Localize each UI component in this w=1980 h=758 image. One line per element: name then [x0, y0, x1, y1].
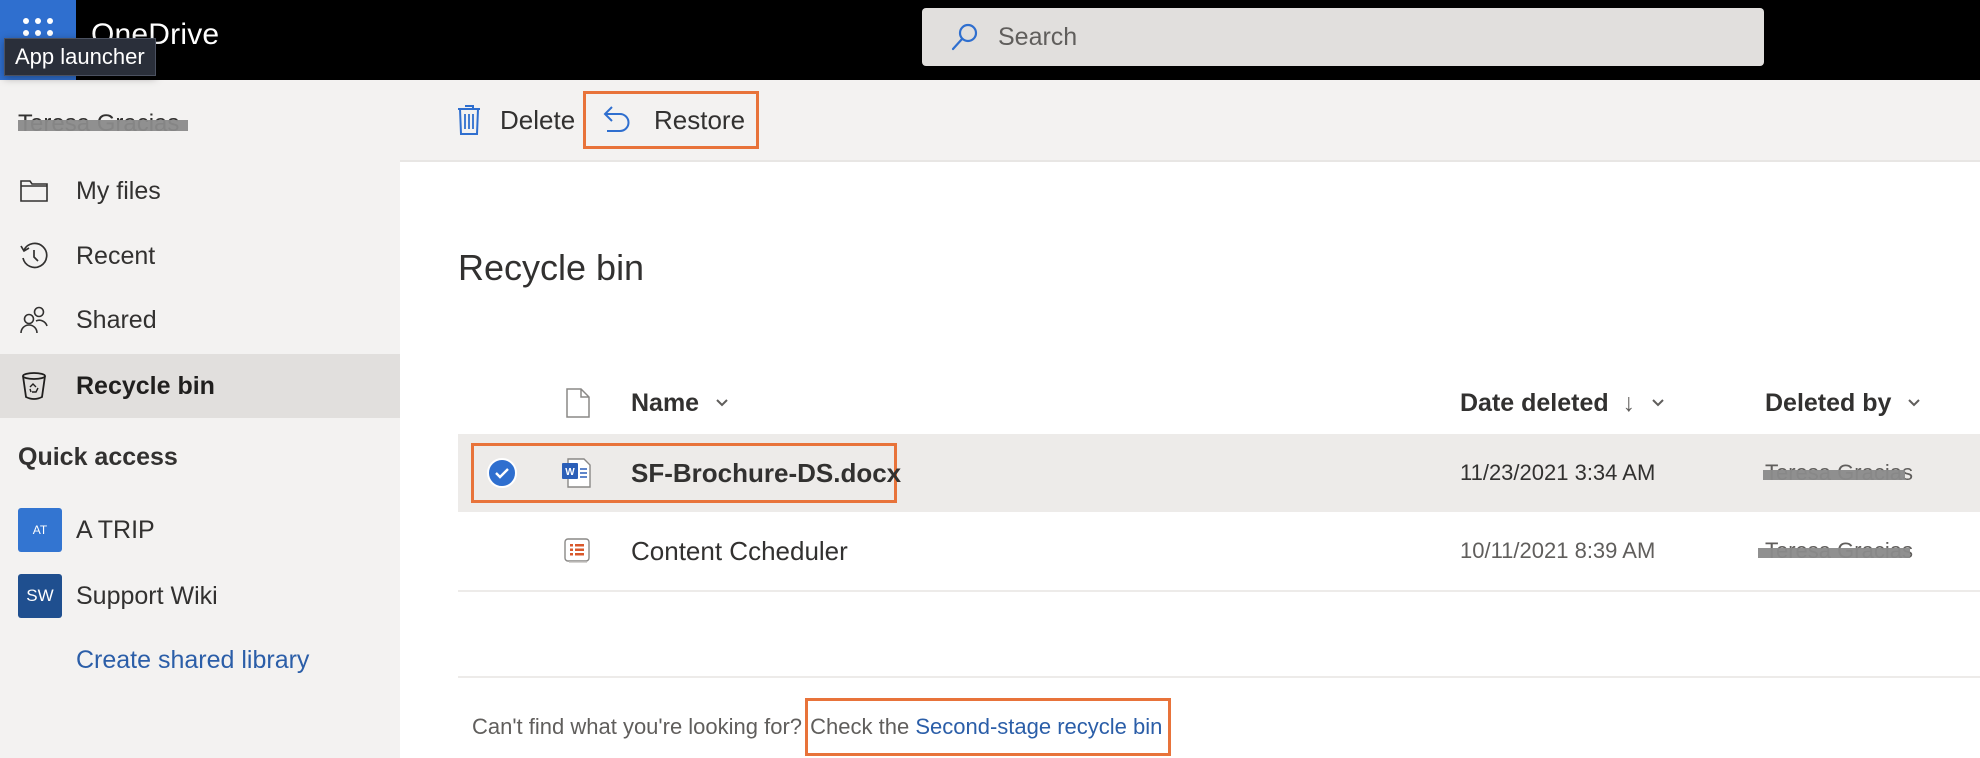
quick-access-title: Quick access [18, 443, 178, 471]
restore-label: Restore [654, 104, 746, 135]
sidebar-item-recent[interactable]: Recent [0, 224, 400, 288]
hint-text: Can't find what you're looking for? [472, 714, 809, 739]
chevron-down-icon [716, 399, 728, 407]
date-deleted: 11/23/2021 3:34 AM [1460, 460, 1656, 485]
quick-access-item-a-trip[interactable]: AT A TRIP [0, 502, 400, 558]
sidebar-item-recycle-bin[interactable]: Recycle bin [0, 354, 400, 418]
row-checkbox[interactable] [486, 434, 518, 512]
table-row[interactable]: W SF-Brochure-DS.docx 11/23/2021 3:34 AM… [458, 434, 1980, 512]
people-icon [18, 304, 50, 336]
file-type-column-header[interactable] [566, 378, 590, 428]
table-row[interactable]: Content Ccheduler 10/11/2021 8:39 AM Ter… [458, 512, 1980, 590]
folder-icon [18, 175, 50, 207]
deleted-by-column-header[interactable]: Deleted by [1765, 378, 1921, 428]
create-shared-library-link[interactable]: Create shared library [76, 646, 309, 675]
list-icon [562, 512, 592, 590]
delete-label: Delete [500, 104, 576, 135]
sidebar-item-label: Recycle bin [76, 371, 215, 400]
app-launcher-tooltip: App launcher [4, 38, 156, 76]
row-divider [458, 590, 1980, 592]
sort-descending-icon: ↓ [1622, 388, 1636, 417]
sidebar-item-shared[interactable]: Shared [0, 288, 400, 352]
undo-icon [603, 106, 630, 132]
deleted-by-column-label: Deleted by [1765, 388, 1892, 417]
word-document-icon: W [560, 434, 594, 512]
quick-access-label: A TRIP [76, 515, 155, 544]
command-bar: Delete Restore [400, 80, 1980, 162]
site-badge: AT [18, 508, 62, 552]
sidebar-item-label: Shared [76, 305, 157, 334]
name-column-label: Name [631, 388, 700, 417]
file-name[interactable]: Content Ccheduler [631, 512, 848, 590]
search-input[interactable]: Search [998, 23, 1077, 52]
checkmark-circle-icon [487, 458, 517, 488]
footer-divider [458, 676, 1980, 678]
quick-access-item-support-wiki[interactable]: SW Support Wiki [0, 568, 400, 624]
redaction-bar [1758, 548, 1910, 558]
chevron-down-icon [1908, 399, 1921, 407]
site-badge: SW [18, 574, 62, 618]
sidebar-item-label: Recent [76, 241, 156, 270]
redaction-bar [18, 120, 188, 131]
redaction-bar [1763, 470, 1905, 480]
sidebar-item-my-files[interactable]: My files [0, 159, 400, 223]
highlight-box: Check the Second-stage recycle bin [805, 698, 1172, 756]
search-box[interactable]: Search [922, 8, 1764, 66]
check-the-text: Check the [810, 714, 916, 739]
name-column-header[interactable]: Name [631, 378, 729, 428]
quick-access-label: Support Wiki [76, 581, 218, 610]
history-icon [18, 240, 50, 272]
sidebar: Teresa Gracias My files Recent Shared Re… [0, 80, 400, 758]
second-stage-recycle-bin-link[interactable]: Second-stage recycle bin [915, 714, 1162, 740]
trash-icon [458, 105, 480, 135]
chevron-down-icon [1652, 399, 1664, 407]
sidebar-item-label: My files [76, 176, 161, 205]
file-name[interactable]: SF-Brochure-DS.docx [631, 434, 901, 512]
page-title: Recycle bin [458, 247, 645, 288]
date-deleted-column-header[interactable]: Date deleted ↓ [1460, 378, 1665, 428]
date-deleted: 10/11/2021 8:39 AM [1460, 538, 1656, 563]
date-deleted-column-label: Date deleted [1460, 388, 1609, 417]
top-bar: OneDrive App launcher Search [0, 0, 1980, 80]
file-type-icon [566, 388, 590, 418]
search-icon [951, 23, 978, 51]
recycle-bin-icon [18, 370, 50, 402]
second-stage-hint: Can't find what you're looking for? Chec… [472, 698, 1172, 756]
restore-button[interactable]: Restore [583, 91, 759, 149]
delete-button[interactable]: Delete [456, 94, 575, 146]
svg-text:W: W [565, 467, 575, 478]
main-content: Recycle bin Name Date deleted ↓ Deleted … [400, 162, 1980, 758]
